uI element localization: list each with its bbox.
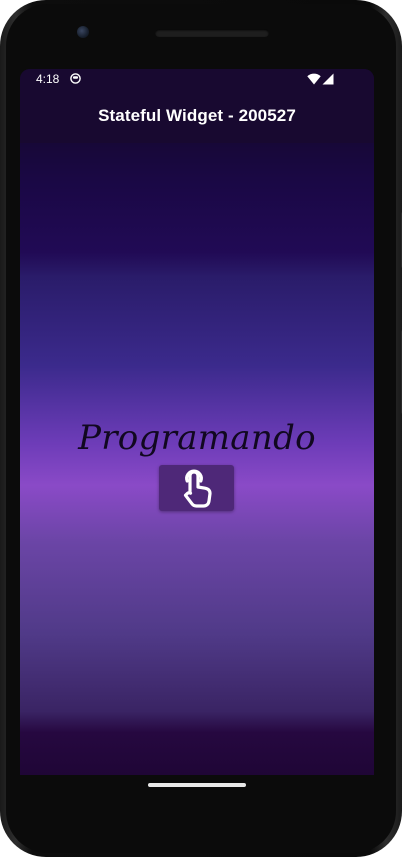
signal-icon	[322, 73, 334, 85]
phone-frame: 4:18 Stateful Widget - 200527 Programand…	[0, 0, 402, 857]
status-bar: 4:18	[20, 69, 374, 91]
wifi-icon	[307, 73, 321, 85]
home-indicator[interactable]	[148, 783, 246, 787]
app-screen: 4:18 Stateful Widget - 200527 Programand…	[20, 69, 374, 775]
app-bar-title: Stateful Widget - 200527	[98, 106, 296, 125]
touch-app-icon	[183, 469, 212, 508]
app-bar: 4:18 Stateful Widget - 200527	[20, 69, 374, 143]
earpiece-speaker	[155, 29, 269, 37]
status-time: 4:18	[36, 72, 60, 86]
programando-text: Programando	[78, 418, 316, 458]
touch-button[interactable]	[159, 465, 234, 511]
front-camera-icon	[77, 26, 89, 38]
notification-icon	[70, 73, 81, 84]
